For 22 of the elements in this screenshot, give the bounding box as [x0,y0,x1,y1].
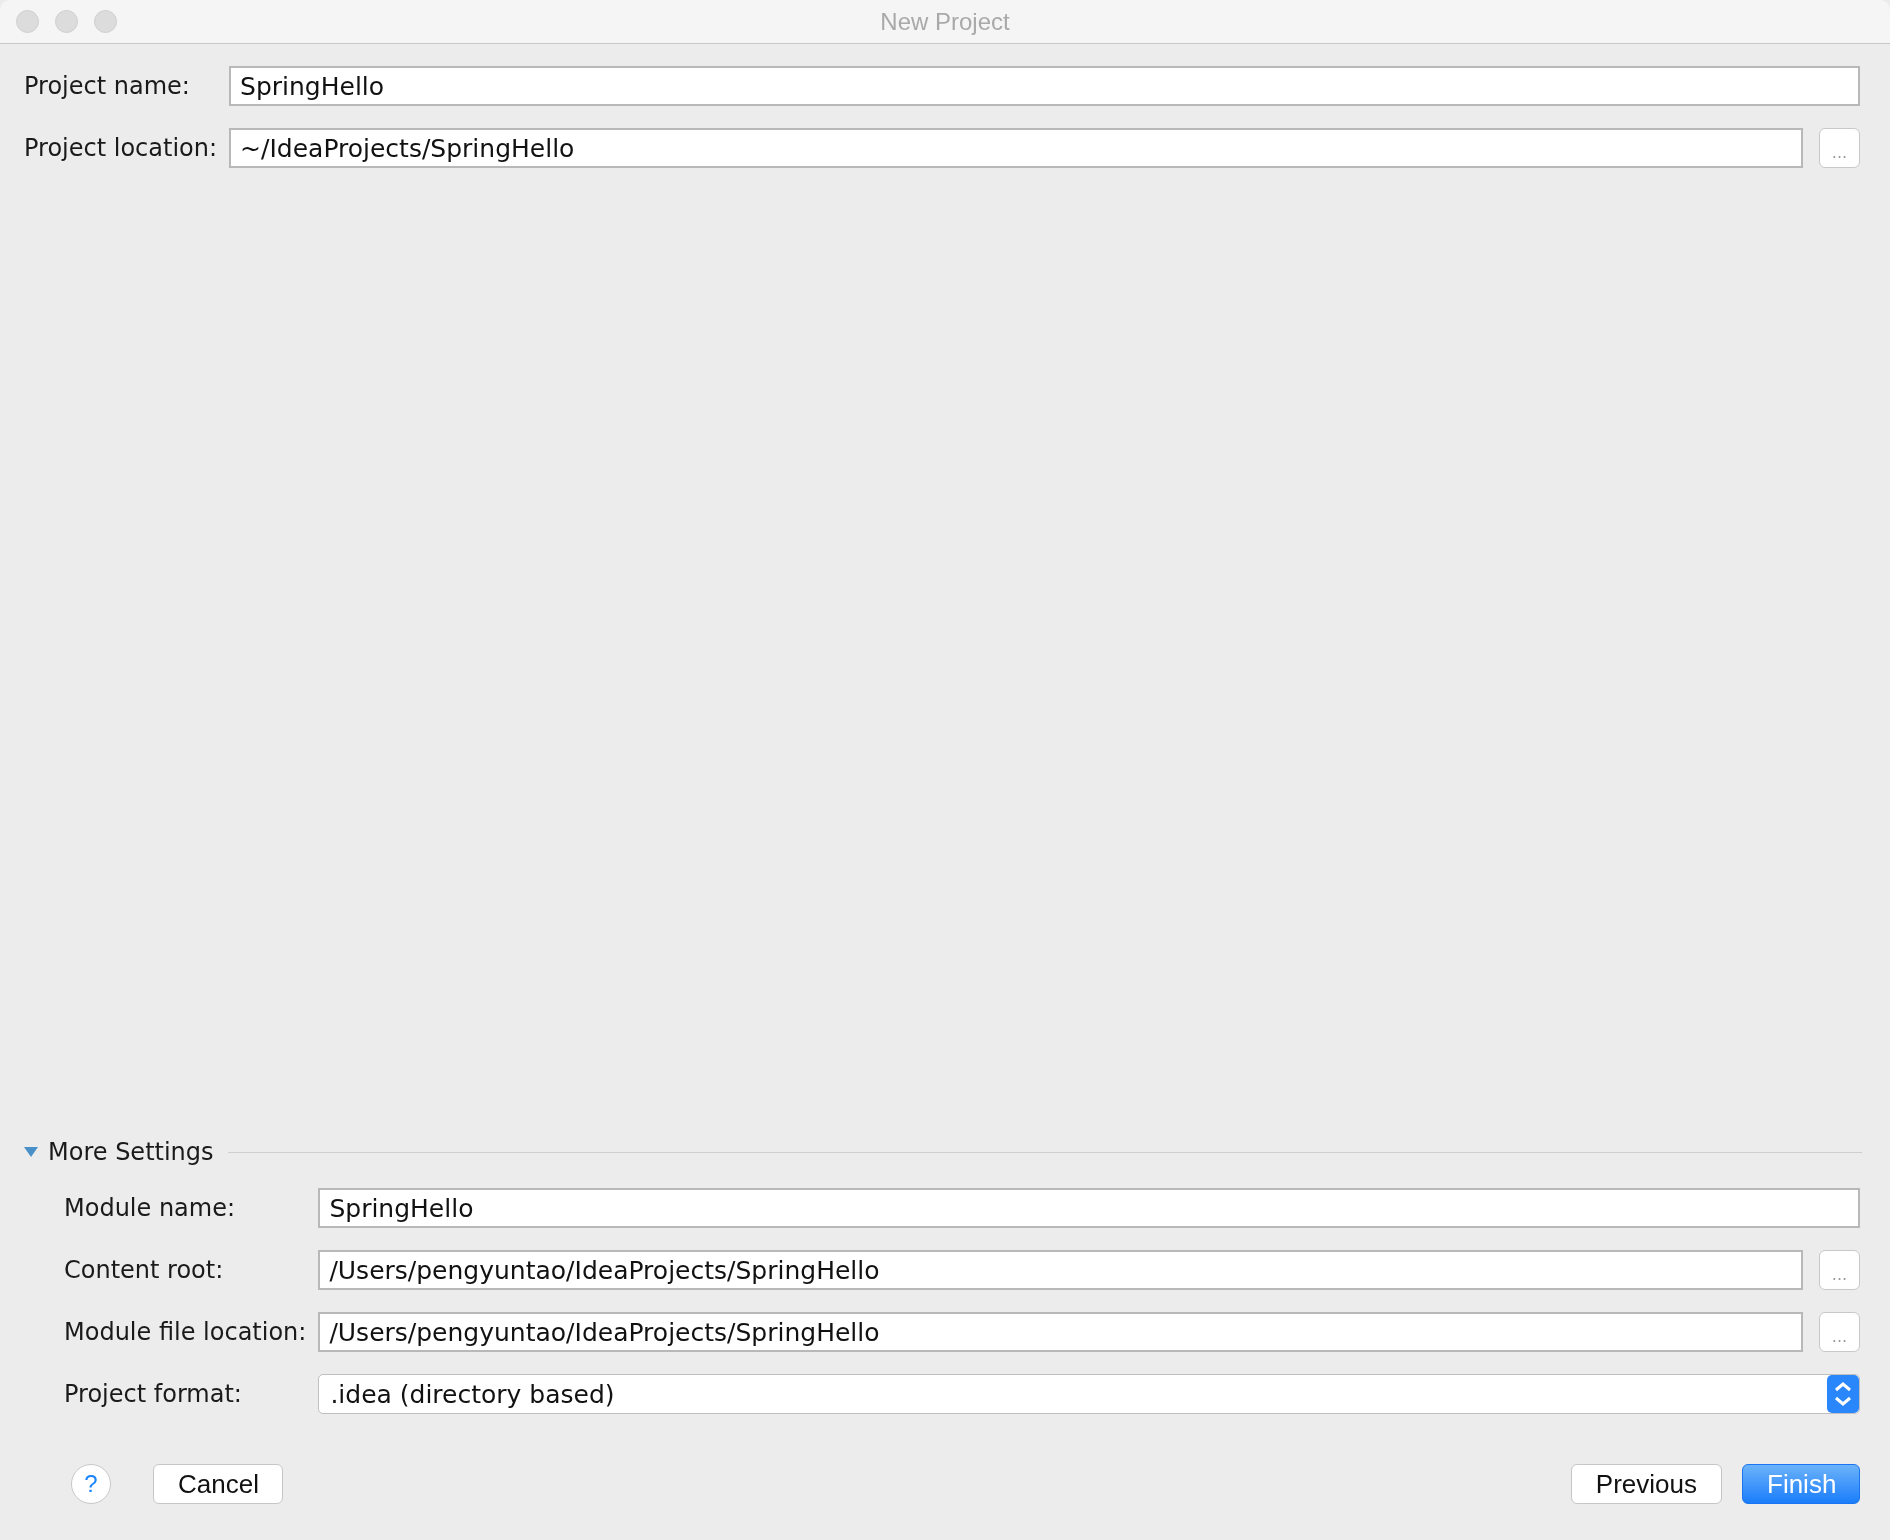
field-label: Content root: [64,1256,225,1284]
text-field[interactable]: SpringHello [229,66,1860,106]
text-field[interactable]: /Users/pengyuntao/IdeaProjects/SpringHello [318,1250,1803,1290]
field-label: Project format: [64,1380,243,1408]
close-button[interactable] [16,10,39,33]
text-field[interactable]: ~/IdeaProjects/SpringHello [229,128,1803,168]
help-button[interactable]: ? [71,1464,111,1504]
zoom-button[interactable] [94,10,117,33]
field-label: Project location: [24,134,218,162]
dropdown[interactable]: .idea (directory based) [318,1374,1860,1414]
text-field[interactable]: SpringHello [318,1188,1860,1228]
previous-button[interactable]: Previous [1570,1464,1722,1504]
field-label: Project name: [24,72,191,100]
field-label: Module name: [64,1194,237,1222]
minimize-button[interactable] [55,10,78,33]
field-label: Module file location: [64,1318,307,1346]
cancel-button[interactable]: Cancel [153,1464,283,1504]
window-title: New Project [880,7,1010,36]
text-field[interactable]: /Users/pengyuntao/IdeaProjects/SpringHello [318,1312,1803,1352]
chevron-up-down-icon [1827,1375,1859,1413]
triangle-icon[interactable] [24,1147,38,1157]
section-title[interactable]: More Settings [48,1138,214,1166]
